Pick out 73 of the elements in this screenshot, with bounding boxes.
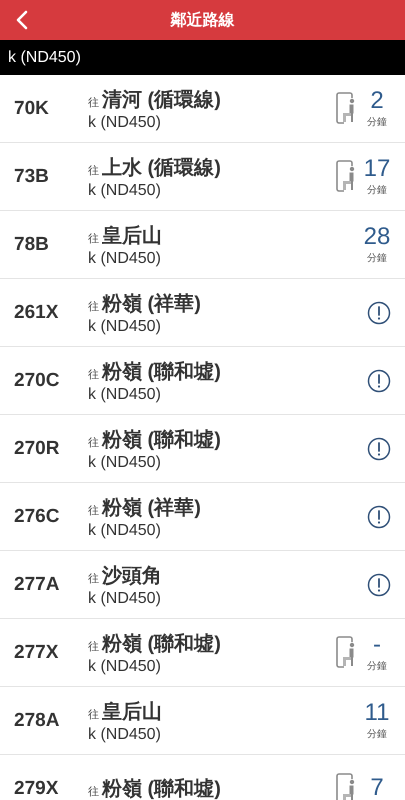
route-number: 277A <box>14 574 60 596</box>
route-number: 277X <box>14 642 60 664</box>
eta-minutes: 11 <box>364 700 390 727</box>
stop-name: k (ND450) <box>88 114 162 132</box>
route-number: 270R <box>14 438 60 460</box>
direction-label: 往 <box>88 232 99 246</box>
destination: 上水 (循環線) <box>102 156 221 180</box>
minutes-unit: 分鐘 <box>367 116 387 129</box>
destination: 粉嶺 (祥華) <box>102 496 201 520</box>
route-row[interactable]: 270C 往 粉嶺 (聯和墟) k (ND450) <box>0 347 405 415</box>
route-number: 70K <box>14 98 50 120</box>
minutes-unit: 分鐘 <box>367 728 387 741</box>
stop-name: k (ND450) <box>8 48 81 66</box>
direction-label: 往 <box>88 640 99 654</box>
route-number: 278A <box>14 710 60 732</box>
route-row[interactable]: 73B 往 上水 (循環線) k (ND450) 17 分鐘 <box>0 143 405 211</box>
stop-name: k (ND450) <box>88 658 162 676</box>
stop-name: k (ND450) <box>88 454 162 472</box>
direction-label: 往 <box>88 300 99 314</box>
stop-name: k (ND450) <box>88 522 162 540</box>
destination: 沙頭角 <box>102 564 162 588</box>
info-alert-icon[interactable] <box>367 436 391 460</box>
route-row[interactable]: 277X 往 粉嶺 (聯和墟) k (ND450) - 分鐘 <box>0 619 405 687</box>
back-icon <box>16 10 28 30</box>
info-alert-icon[interactable] <box>367 300 391 324</box>
direction-label: 往 <box>88 504 99 518</box>
route-row[interactable]: 276C 往 粉嶺 (祥華) k (ND450) <box>0 483 405 551</box>
direction-label: 往 <box>88 436 99 450</box>
route-number: 78B <box>14 234 50 256</box>
stop-name: k (ND450) <box>88 386 162 404</box>
eta-minutes: 2 <box>370 88 384 115</box>
route-row[interactable]: 279X 往 粉嶺 (聯和墟) 7 <box>0 755 405 800</box>
direction-label: 往 <box>88 164 99 178</box>
info-alert-icon[interactable] <box>367 504 391 528</box>
stop-name: k (ND450) <box>88 182 162 200</box>
route-row[interactable]: 270R 往 粉嶺 (聯和墟) k (ND450) <box>0 415 405 483</box>
minutes-unit: 分鐘 <box>367 252 387 265</box>
destination: 粉嶺 (祥華) <box>102 292 201 316</box>
eta-minutes: 17 <box>364 156 390 183</box>
route-row[interactable]: 78B 往 皇后山 k (ND450) 28 分鐘 <box>0 211 405 279</box>
direction-label: 往 <box>88 708 99 722</box>
route-number: 270C <box>14 370 60 392</box>
eta-minutes: - <box>373 632 381 659</box>
direction-label: 往 <box>88 572 99 586</box>
destination: 粉嶺 (聯和墟) <box>102 360 221 384</box>
route-number: 73B <box>14 166 50 188</box>
route-number: 279X <box>14 778 60 800</box>
direction-label: 往 <box>88 368 99 382</box>
minutes-unit: 分鐘 <box>367 660 387 673</box>
route-row[interactable]: 70K 往 清河 (循環線) k (ND450) 2 分鐘 <box>0 75 405 143</box>
stop-name: k (ND450) <box>88 318 162 336</box>
route-row[interactable]: 278A 往 皇后山 k (ND450) 11 分鐘 <box>0 687 405 755</box>
stop-name: k (ND450) <box>88 726 162 744</box>
screen-title: 鄰近路線 <box>170 10 234 30</box>
destination: 粉嶺 (聯和墟) <box>102 632 221 656</box>
destination: 粉嶺 (聯和墟) <box>102 428 221 452</box>
eta-minutes: 28 <box>364 224 390 251</box>
direction-label: 往 <box>88 785 99 799</box>
info-alert-icon[interactable] <box>367 572 391 596</box>
destination: 皇后山 <box>102 700 162 724</box>
stop-name: k (ND450) <box>88 250 162 268</box>
destination: 清河 (循環線) <box>102 88 221 112</box>
route-row[interactable]: 277A 往 沙頭角 k (ND450) <box>0 551 405 619</box>
destination: 皇后山 <box>102 224 162 248</box>
eta-minutes: 7 <box>370 775 384 800</box>
info-alert-icon[interactable] <box>367 368 391 392</box>
direction-label: 往 <box>88 96 99 110</box>
stop-name: k (ND450) <box>88 590 162 608</box>
minutes-unit: 分鐘 <box>367 184 387 197</box>
route-number: 276C <box>14 506 60 528</box>
route-number: 261X <box>14 302 60 324</box>
destination: 粉嶺 (聯和墟) <box>102 777 221 800</box>
route-row[interactable]: 261X 往 粉嶺 (祥華) k (ND450) <box>0 279 405 347</box>
